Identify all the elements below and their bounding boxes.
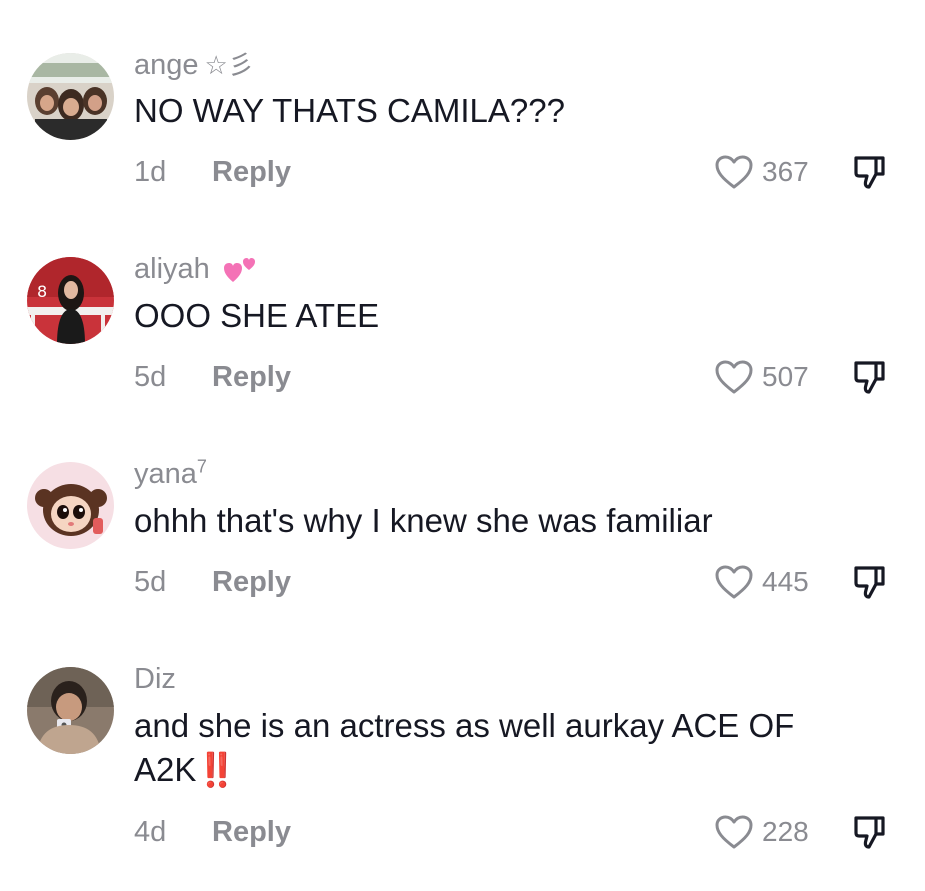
username-text[interactable]: Diz (134, 663, 176, 695)
heart-outline-icon (714, 564, 754, 600)
comment-text: ohhh that's why I knew she was familiar (134, 502, 713, 539)
thumbs-down-icon (852, 154, 888, 190)
comment-age: 5d (134, 566, 167, 598)
comment-age: 5d (134, 361, 167, 393)
comment-actions: 4d Reply 228 (134, 812, 925, 852)
username[interactable]: Diz (134, 662, 176, 696)
avatar[interactable]: 8 (27, 257, 114, 344)
reply-button[interactable]: Reply (212, 357, 291, 397)
reply-button[interactable]: Reply (212, 562, 291, 602)
heart-outline-icon (714, 814, 754, 850)
username[interactable]: ange ☆彡 (134, 48, 254, 82)
like-button[interactable]: 507 (714, 357, 809, 397)
like-count: 228 (762, 816, 809, 847)
avatar[interactable] (27, 53, 114, 140)
dislike-button[interactable] (852, 359, 888, 395)
heart-outline-icon (714, 154, 754, 190)
username-text[interactable]: ange (134, 49, 199, 81)
avatar[interactable] (27, 462, 114, 549)
comment-age: 1d (134, 156, 167, 188)
like-button[interactable]: 445 (714, 562, 809, 602)
username-superscript: 7 (196, 456, 207, 477)
two-hearts-icon (216, 254, 259, 284)
like-count: 445 (762, 566, 809, 597)
dislike-button[interactable] (852, 564, 888, 600)
comment-text: OOO SHE ATEE (134, 297, 380, 334)
thumbs-down-icon (852, 814, 888, 850)
dislike-button[interactable] (852, 154, 888, 190)
thumbs-down-icon (852, 564, 888, 600)
thumbs-down-icon (852, 359, 888, 395)
comment-actions: 5d Reply 445 (134, 562, 925, 602)
heart-outline-icon (714, 359, 754, 395)
comment-age: 4d (134, 816, 167, 848)
reply-button[interactable]: Reply (212, 152, 291, 192)
username-text[interactable]: yana (134, 458, 197, 490)
avatar[interactable] (27, 667, 114, 754)
username-text[interactable]: aliyah (134, 253, 210, 285)
svg-text:8: 8 (37, 282, 47, 301)
reply-button[interactable]: Reply (212, 812, 291, 852)
username[interactable]: aliyah (134, 252, 259, 286)
comment-actions: 5d Reply 507 (134, 357, 925, 397)
dislike-button[interactable] (852, 814, 888, 850)
double-exclamation-icon: ‼️ (196, 751, 237, 788)
like-button[interactable]: 228 (714, 812, 809, 852)
username-badge: ☆彡 (204, 50, 254, 80)
like-button[interactable]: 367 (714, 152, 809, 192)
like-count: 507 (762, 361, 809, 392)
comment-actions: 1d Reply 367 (134, 152, 925, 192)
username[interactable]: yana7 (134, 457, 207, 491)
like-count: 367 (762, 156, 809, 187)
comment-text: and she is an actress as well aurkay ACE… (134, 704, 874, 792)
comment-text: NO WAY THATS CAMILA??? (134, 92, 565, 129)
